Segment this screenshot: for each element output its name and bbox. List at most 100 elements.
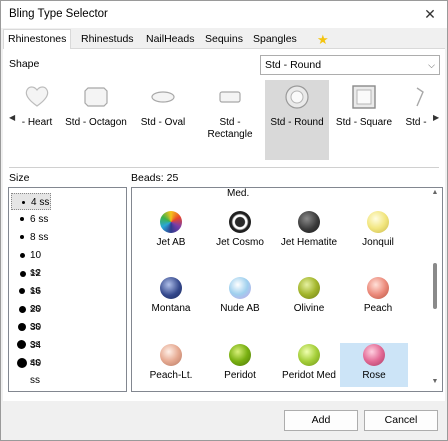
bead-name: Jet AB: [156, 237, 186, 248]
bead-dot-icon: [17, 340, 26, 349]
tab-nailheads[interactable]: NailHeads: [142, 31, 198, 49]
bead-dot-icon: [22, 201, 25, 204]
bead-swatch: [229, 344, 251, 366]
chevron-down-icon: ⌵: [428, 60, 435, 70]
partial-shape-icon: [416, 87, 424, 107]
size-item-16ss[interactable]: 16 ss: [11, 283, 51, 314]
shape-item-square[interactable]: Std - Square: [332, 80, 396, 160]
bead-name: Peach: [363, 303, 393, 314]
shape-item-heart[interactable]: - Heart: [12, 80, 62, 160]
size-item-34ss[interactable]: 34 ss: [11, 337, 51, 368]
bead-swatch: [298, 344, 320, 366]
size-label: Size: [9, 172, 30, 184]
tab-spangles[interactable]: Spangles: [249, 31, 301, 49]
bead-group-header: Med.: [227, 188, 250, 199]
divider: [9, 167, 439, 168]
shape-strip: ◀ - Heart Std - Octagon Std - Oval Std -…: [6, 80, 439, 160]
size-item-12ss[interactable]: 12 ss: [11, 265, 51, 296]
shape-item-label: Std -: [405, 117, 427, 128]
bead-rose[interactable]: Rose: [340, 343, 408, 387]
bead-jonquil[interactable]: Jonquil: [344, 210, 412, 254]
square-icon: [352, 85, 376, 109]
bead-swatch: [229, 211, 251, 233]
size-item-8ss[interactable]: 8 ss: [11, 229, 51, 246]
bead-dot-icon: [18, 323, 26, 331]
bead-name: Peridot: [224, 370, 256, 381]
bead-peach-lt[interactable]: Peach-Lt.: [137, 343, 205, 387]
bead-dot-icon: [20, 271, 26, 277]
scroll-down-arrow-icon[interactable]: ▼: [429, 378, 441, 390]
bling-type-selector-window: Bling Type Selector ✕ Rhinestones Rhines…: [0, 0, 448, 441]
bead-swatch: [298, 277, 320, 299]
size-item-4ss[interactable]: 4 ss: [11, 193, 51, 210]
bead-dot-icon: [20, 235, 24, 239]
bead-name: Montana: [151, 303, 191, 314]
bead-swatch: [367, 211, 389, 233]
tab-sequins[interactable]: Sequins: [201, 31, 247, 49]
tab-rhinestones[interactable]: Rhinestones: [3, 29, 72, 50]
bead-jet-ab[interactable]: Jet AB: [137, 210, 205, 254]
scroll-up-arrow-icon[interactable]: ▲: [429, 189, 441, 201]
bead-name: Peridot Med: [282, 370, 336, 381]
shape-item-octagon[interactable]: Std - Octagon: [64, 80, 128, 160]
shape-item-partial[interactable]: Std -: [399, 80, 433, 160]
bead-dot-icon: [17, 358, 27, 368]
bead-name: Rose: [362, 370, 386, 381]
size-list[interactable]: 4 ss 6 ss 8 ss 10 ss 12 ss 16 ss 20 ss 3…: [8, 187, 127, 392]
bead-dot-icon: [19, 288, 25, 294]
size-item-10ss[interactable]: 10 ss: [11, 247, 51, 278]
scrollbar-thumb[interactable]: [433, 263, 437, 309]
bead-grid-scrollbar[interactable]: ▲ ▼: [429, 189, 441, 390]
shape-item-oval[interactable]: Std - Oval: [131, 80, 195, 160]
bead-name: Olivine: [293, 303, 325, 314]
bead-name: Jet Cosmo: [216, 237, 264, 248]
bead-peridot-med[interactable]: Peridot Med: [275, 343, 343, 387]
shape-dropdown-value: Std - Round: [265, 59, 322, 71]
shape-item-label: Std - Octagon: [65, 117, 127, 128]
octagon-icon: [84, 87, 108, 107]
shape-item-label: Std - Square: [335, 117, 393, 128]
shape-dropdown[interactable]: Std - Round ⌵: [260, 55, 440, 75]
round-icon: [285, 85, 309, 109]
tab-rhinestuds[interactable]: Rhinestuds: [77, 31, 138, 49]
shape-label: Shape: [9, 58, 40, 70]
bead-swatch: [298, 211, 320, 233]
bead-dot-icon: [19, 306, 26, 313]
add-button[interactable]: Add: [284, 410, 358, 431]
shape-item-label: - Heart: [21, 117, 53, 128]
size-item-40ss[interactable]: 40 ss: [11, 355, 51, 386]
size-item-20ss[interactable]: 20 ss: [11, 301, 51, 332]
rectangle-icon: [219, 91, 241, 103]
bead-peach[interactable]: Peach: [344, 276, 412, 320]
size-item-30ss[interactable]: 30 ss: [11, 319, 51, 350]
shape-item-rectangle[interactable]: Std - Rectangle: [198, 80, 262, 160]
bead-dot-icon: [20, 253, 25, 258]
bead-swatch: [160, 211, 182, 233]
cancel-button[interactable]: Cancel: [364, 410, 438, 431]
close-button[interactable]: ✕: [421, 5, 439, 23]
bead-swatch: [160, 277, 182, 299]
shape-item-round[interactable]: Std - Round: [265, 80, 329, 160]
bead-montana[interactable]: Montana: [137, 276, 205, 320]
bead-dot-icon: [20, 217, 24, 221]
bead-olivine[interactable]: Olivine: [275, 276, 343, 320]
bead-name: Jonquil: [362, 237, 394, 248]
bead-grid[interactable]: Med. Jet AB Jet Cosmo Jet Hematite Jonqu…: [131, 187, 443, 392]
shape-item-label: Std - Round: [270, 117, 324, 128]
size-item-6ss[interactable]: 6 ss: [11, 211, 51, 228]
bead-peridot[interactable]: Peridot: [206, 343, 274, 387]
rhinestones-panel: Shape Std - Round ⌵ ◀ - Heart Std - Octa…: [3, 49, 445, 401]
scroll-right-arrow-icon[interactable]: ▶: [433, 113, 439, 122]
beads-count-label: Beads: 25: [131, 172, 179, 184]
title-bar: Bling Type Selector ✕: [1, 1, 447, 28]
bead-swatch: [363, 344, 385, 366]
shape-item-label: Std - Rectangle: [207, 117, 253, 140]
bead-name: Peach-Lt.: [149, 370, 193, 381]
tab-favorites-star-icon[interactable]: ★: [313, 31, 333, 49]
window-title: Bling Type Selector: [9, 8, 108, 20]
shape-item-label: Std - Oval: [140, 117, 186, 128]
bead-jet-cosmo[interactable]: Jet Cosmo: [206, 210, 274, 254]
bead-nude-ab[interactable]: Nude AB: [206, 276, 274, 320]
bead-jet-hematite[interactable]: Jet Hematite: [275, 210, 343, 254]
bead-swatch: [229, 277, 251, 299]
